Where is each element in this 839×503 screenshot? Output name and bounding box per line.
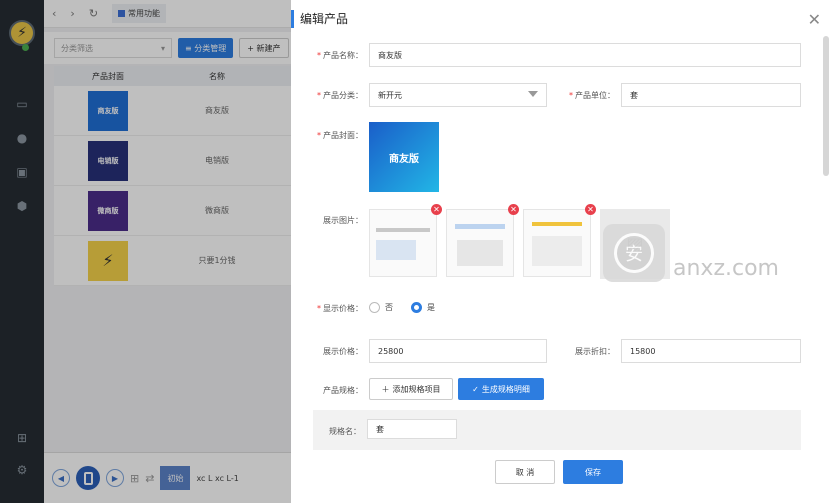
- display-discount-input[interactable]: 15800: [621, 339, 801, 363]
- display-discount-label: 展示折扣：: [575, 347, 615, 356]
- radio-no[interactable]: [369, 302, 380, 313]
- show-price-label: * 显示价格：: [317, 304, 363, 313]
- category-select[interactable]: 新开元: [369, 83, 547, 107]
- generate-spec-button[interactable]: ✓ 生成规格明细: [458, 378, 544, 400]
- modal-backdrop[interactable]: [0, 0, 291, 503]
- spec-name-input[interactable]: 套: [367, 419, 457, 439]
- dialog-title: 编辑产品: [291, 10, 348, 28]
- check-icon: ✓: [472, 384, 479, 394]
- plus-icon: ＋: [381, 384, 390, 394]
- category-label: * 产品分类：: [317, 91, 363, 100]
- close-icon[interactable]: ✕: [808, 10, 821, 29]
- scrollbar[interactable]: [823, 36, 829, 176]
- radio-no-label: 否: [385, 303, 393, 312]
- watermark: 安 anxz.com: [601, 218, 831, 292]
- gallery-image[interactable]: [446, 209, 514, 277]
- cancel-button[interactable]: 取 消: [495, 460, 555, 484]
- cover-label: * 产品封面：: [317, 131, 363, 140]
- radio-yes[interactable]: [411, 302, 422, 313]
- gallery-label: 展示图片：: [323, 216, 363, 225]
- spec-label: 产品规格：: [323, 386, 363, 395]
- gallery-image[interactable]: [523, 209, 591, 277]
- display-price-input[interactable]: 25800: [369, 339, 547, 363]
- product-cover-image[interactable]: 商友版: [369, 122, 439, 192]
- spec-name-label: 规格名：: [329, 427, 361, 436]
- delete-image-icon[interactable]: ✕: [508, 204, 519, 215]
- spec-panel: 规格名： 套: [313, 410, 801, 450]
- save-button[interactable]: 保存: [563, 460, 623, 484]
- unit-label: * 产品单位：: [569, 91, 615, 100]
- add-spec-button[interactable]: ＋添加规格项目: [369, 378, 453, 400]
- product-name-label: * 产品名称：: [317, 51, 363, 60]
- delete-image-icon[interactable]: ✕: [431, 204, 442, 215]
- unit-input[interactable]: 套: [621, 83, 801, 107]
- radio-yes-label: 是: [427, 303, 435, 312]
- gallery-image[interactable]: [369, 209, 437, 277]
- product-name-input[interactable]: 商友版: [369, 43, 801, 67]
- display-price-label: 展示价格：: [323, 347, 363, 356]
- edit-product-dialog: 编辑产品 ✕ * 产品名称： 商友版 * 产品分类： 新开元 * 产品单位： 套 * 产…: [291, 0, 839, 503]
- chevron-down-icon: [528, 91, 538, 97]
- delete-image-icon[interactable]: ✕: [585, 204, 596, 215]
- watermark-shield-icon: 安: [603, 224, 665, 282]
